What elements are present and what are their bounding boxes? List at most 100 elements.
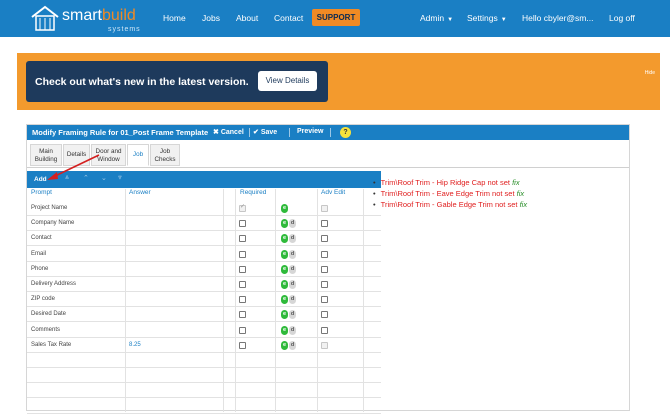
settings-menu[interactable]: Settings ▼ bbox=[467, 13, 507, 23]
adv-edit-checkbox[interactable] bbox=[321, 311, 328, 319]
delete-icon[interactable]: d bbox=[289, 249, 296, 259]
prompt-cell: Email bbox=[31, 250, 47, 257]
empty-row bbox=[27, 399, 381, 414]
top-navbar: smartbuild systems Home Jobs About Conta… bbox=[0, 0, 670, 37]
error-item: • Trim\Roof Trim - Hip Ridge Cap not set … bbox=[373, 178, 520, 187]
required-checkbox[interactable] bbox=[239, 341, 246, 349]
fix-link[interactable]: fix bbox=[517, 189, 525, 198]
required-checkbox[interactable] bbox=[239, 250, 246, 258]
delete-icon[interactable]: d bbox=[289, 325, 296, 335]
adv-edit-checkbox[interactable] bbox=[321, 326, 328, 334]
edit-icon[interactable]: e bbox=[281, 325, 288, 335]
rule-tabs: Main Building Details Door and Window Jo… bbox=[27, 140, 629, 168]
required-checkbox[interactable] bbox=[239, 296, 246, 304]
adv-edit-checkbox[interactable] bbox=[321, 265, 328, 273]
fix-link[interactable]: fix bbox=[520, 200, 528, 209]
prompt-cell: Comments bbox=[31, 326, 61, 333]
nav-about[interactable]: About bbox=[236, 13, 258, 23]
view-details-button[interactable]: View Details bbox=[258, 71, 317, 91]
annotation-arrow bbox=[41, 153, 101, 183]
help-icon[interactable]: ? bbox=[340, 127, 351, 138]
adv-edit-checkbox[interactable] bbox=[321, 250, 328, 258]
brand-name: smartbuild bbox=[62, 7, 136, 24]
move-bottom-icon[interactable]: ⩔ bbox=[118, 174, 122, 182]
edit-icon[interactable]: e bbox=[281, 264, 288, 274]
tab-job-checks[interactable]: Job Checks bbox=[150, 144, 180, 166]
delete-icon[interactable]: d bbox=[289, 340, 296, 350]
support-button[interactable]: SUPPORT bbox=[312, 9, 360, 26]
delete-icon[interactable]: d bbox=[289, 234, 296, 244]
table-row[interactable]: Email e d bbox=[27, 247, 381, 262]
edit-icon[interactable]: e bbox=[281, 204, 288, 213]
table-row[interactable]: Project Name e bbox=[27, 201, 381, 216]
divider bbox=[289, 128, 290, 137]
nav-contact[interactable]: Contact bbox=[274, 13, 303, 23]
edit-icon[interactable]: e bbox=[281, 249, 288, 259]
empty-row bbox=[27, 383, 381, 399]
table-row[interactable]: Delivery Address e d bbox=[27, 277, 381, 292]
table-row[interactable]: Phone e d bbox=[27, 262, 381, 277]
required-checkbox[interactable] bbox=[239, 265, 246, 273]
fix-link[interactable]: fix bbox=[512, 178, 520, 187]
adv-edit-checkbox[interactable] bbox=[321, 220, 328, 228]
empty-row bbox=[27, 353, 381, 368]
column-answer[interactable]: Answer bbox=[129, 189, 151, 200]
edit-icon[interactable]: e bbox=[281, 295, 288, 305]
delete-icon[interactable]: d bbox=[289, 280, 296, 289]
column-prompt[interactable]: Prompt bbox=[31, 189, 52, 200]
cancel-button[interactable]: ✖ Cancel bbox=[213, 128, 244, 136]
chevron-down-icon: ▼ bbox=[500, 17, 507, 23]
answer-cell: 8.25 bbox=[129, 341, 141, 348]
delete-icon[interactable]: d bbox=[289, 219, 296, 229]
edit-icon[interactable]: e bbox=[281, 340, 288, 350]
admin-menu[interactable]: Admin ▼ bbox=[420, 13, 453, 23]
nav-jobs[interactable]: Jobs bbox=[202, 13, 220, 23]
table-row[interactable]: Sales Tax Rate 8.25 e d bbox=[27, 338, 381, 353]
delete-icon[interactable]: d bbox=[289, 264, 296, 274]
tab-job[interactable]: Job bbox=[127, 144, 149, 166]
table-row[interactable]: Contact e d bbox=[27, 231, 381, 247]
table-row[interactable]: Desired Date e d bbox=[27, 307, 381, 323]
adv-edit-checkbox[interactable] bbox=[321, 296, 328, 304]
table-row[interactable]: Comments e d bbox=[27, 323, 381, 338]
hide-banner-link[interactable]: Hide bbox=[645, 70, 655, 76]
required-checkbox[interactable] bbox=[239, 311, 246, 319]
logoff-link[interactable]: Log off bbox=[609, 13, 635, 23]
required-checkbox[interactable] bbox=[239, 326, 246, 334]
required-checkbox bbox=[239, 203, 246, 212]
adv-edit-checkbox bbox=[321, 205, 328, 212]
user-greeting[interactable]: Hello cbyler@sm... bbox=[522, 13, 593, 23]
table-row[interactable]: Company Name e d bbox=[27, 216, 381, 232]
edit-icon[interactable]: e bbox=[281, 310, 288, 320]
divider bbox=[249, 128, 250, 137]
framing-rule-panel: Modify Framing Rule for 01_Post Frame Te… bbox=[26, 124, 630, 414]
nav-home[interactable]: Home bbox=[163, 13, 186, 23]
required-checkbox[interactable] bbox=[239, 220, 246, 228]
panel-title: Modify Framing Rule for 01_Post Frame Te… bbox=[32, 128, 209, 137]
prompt-cell: ZIP code bbox=[31, 296, 55, 303]
chevron-down-icon: ▼ bbox=[447, 17, 454, 23]
prompt-cell: Delivery Address bbox=[31, 281, 77, 287]
required-checkbox[interactable] bbox=[239, 281, 246, 288]
adv-edit-checkbox[interactable] bbox=[321, 281, 328, 288]
move-down-icon[interactable]: ⌄ bbox=[101, 174, 107, 182]
column-adv-edit[interactable]: Adv Edit bbox=[321, 189, 345, 200]
required-checkbox[interactable] bbox=[239, 235, 246, 243]
prompt-cell: Company Name bbox=[31, 220, 75, 227]
adv-edit-checkbox[interactable] bbox=[321, 235, 328, 243]
preview-button[interactable]: Preview bbox=[297, 128, 323, 135]
panel-header: Modify Framing Rule for 01_Post Frame Te… bbox=[27, 125, 629, 140]
edit-icon[interactable]: e bbox=[281, 280, 288, 289]
column-required[interactable]: Required bbox=[240, 189, 266, 200]
brand-logo[interactable]: smartbuild systems bbox=[30, 4, 145, 34]
table-row[interactable]: ZIP code e d bbox=[27, 292, 381, 308]
red-arrow-icon bbox=[47, 154, 100, 180]
edit-icon[interactable]: e bbox=[281, 234, 288, 244]
edit-icon[interactable]: e bbox=[281, 219, 288, 229]
delete-icon[interactable]: d bbox=[289, 295, 296, 305]
delete-icon[interactable]: d bbox=[289, 310, 296, 320]
error-item: • Trim\Roof Trim - Gable Edge Trim not se… bbox=[373, 200, 528, 209]
save-button[interactable]: ✔ Save bbox=[253, 128, 277, 136]
validation-errors: • Trim\Roof Trim - Hip Ridge Cap not set … bbox=[373, 178, 527, 211]
prompt-cell: Sales Tax Rate bbox=[31, 341, 72, 348]
